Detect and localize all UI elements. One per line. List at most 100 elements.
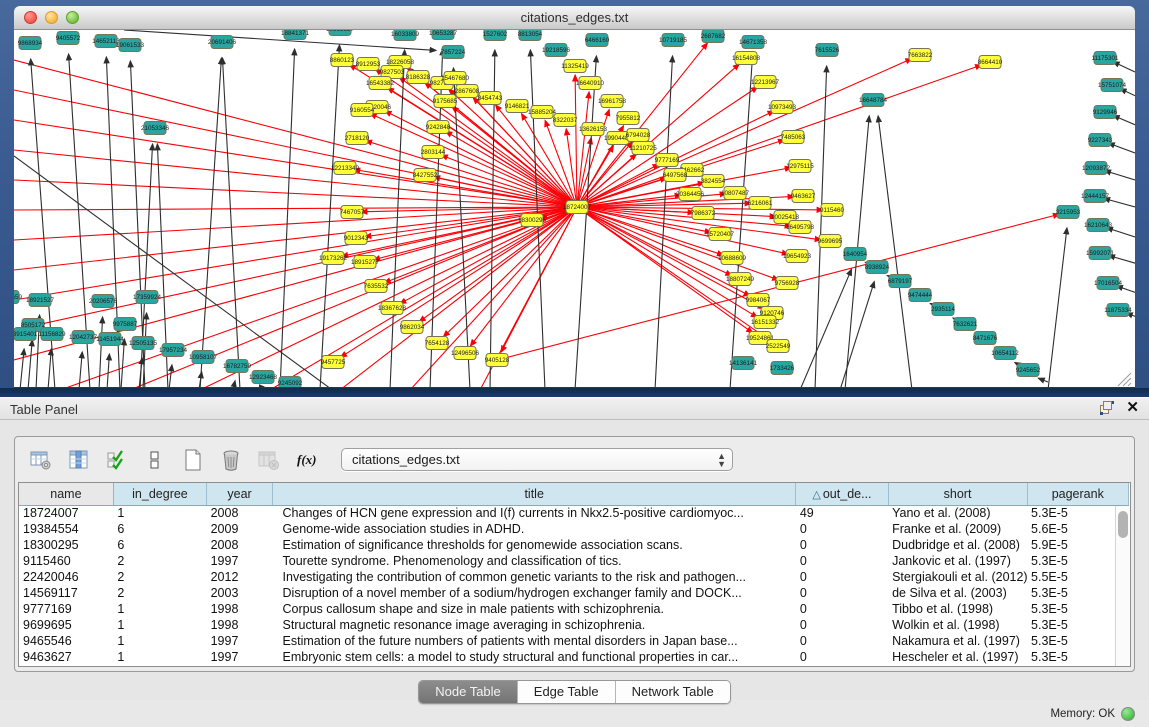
table-cell[interactable]: 18300295 <box>19 537 113 553</box>
table-row[interactable]: 911546021997Tourette syndrome. Phenomeno… <box>19 553 1129 569</box>
network-node[interactable]: 9756928 <box>775 277 800 290</box>
table-cell[interactable]: de Silva et al. (2003) <box>888 585 1027 601</box>
table-row[interactable]: 946554611997Estimation of the future num… <box>19 633 1129 649</box>
table-cell[interactable]: 1 <box>113 617 206 633</box>
table-select-dropdown[interactable]: citations_edges.txt▲▼ <box>341 448 733 471</box>
table-cell[interactable]: 2012 <box>207 569 273 585</box>
table-cell[interactable]: 5.3E-5 <box>1027 553 1128 569</box>
table-cell[interactable]: 5.3E-5 <box>1027 649 1128 665</box>
network-node[interactable]: 17016504 <box>1094 277 1123 290</box>
table-cell[interactable]: Structural magnetic resonance image aver… <box>273 617 796 633</box>
table-cell[interactable]: 9777169 <box>19 601 113 617</box>
network-edge[interactable] <box>48 349 51 387</box>
table-cell[interactable]: 2009 <box>207 521 273 537</box>
network-node[interactable]: 8471676 <box>973 332 998 345</box>
table-cell[interactable]: 5.3E-5 <box>1027 505 1128 521</box>
table-cell[interactable]: Yano et al. (2008) <box>888 505 1027 521</box>
network-node[interactable]: 18300295 <box>518 214 547 227</box>
table-settings-icon[interactable] <box>29 448 53 472</box>
table-cell[interactable]: 1 <box>113 649 206 665</box>
network-node[interactable]: 7485063 <box>781 131 806 144</box>
network-node[interactable]: 8427552 <box>413 169 438 182</box>
network-node[interactable]: 17359924 <box>133 291 162 304</box>
table-cell[interactable]: 0 <box>796 601 888 617</box>
resize-grip-icon[interactable] <box>1118 373 1131 386</box>
network-node[interactable]: 1527602 <box>483 30 508 41</box>
table-cell[interactable]: 0 <box>796 569 888 585</box>
network-edge[interactable] <box>878 116 912 387</box>
tab-network-table[interactable]: Network Table <box>616 681 730 703</box>
table-cell[interactable]: Stergiakouli et al. (2012) <box>888 569 1027 585</box>
show-columns-icon[interactable] <box>67 448 91 472</box>
network-node[interactable]: 2687682 <box>701 30 726 43</box>
close-window-button[interactable] <box>24 11 37 24</box>
network-node[interactable]: 2522549 <box>766 340 791 353</box>
network-node[interactable]: 3824554 <box>701 175 726 188</box>
table-scrollbar[interactable] <box>1115 506 1130 666</box>
network-node[interactable]: 7663822 <box>908 49 933 62</box>
network-edge[interactable] <box>1038 378 1048 382</box>
network-edge[interactable] <box>1048 228 1067 387</box>
network-edge[interactable] <box>840 282 874 387</box>
table-row[interactable]: 1456911722003Disruption of a novel membe… <box>19 585 1129 601</box>
network-node[interactable]: 19654923 <box>783 250 812 263</box>
network-canvas[interactable]: 9868934940557214652113190615332069140618… <box>14 30 1135 387</box>
network-node[interactable]: 21053346 <box>141 122 170 135</box>
network-node[interactable]: 11156829 <box>38 328 66 341</box>
network-node[interactable]: 20206576 <box>89 295 118 308</box>
table-cell[interactable]: 1997 <box>207 553 273 569</box>
table-cell[interactable]: Nakamura et al. (1997) <box>888 633 1027 649</box>
network-node[interactable]: 8454743 <box>478 92 503 105</box>
network-node[interactable]: 15720407 <box>706 228 735 241</box>
table-cell[interactable]: Changes of HCN gene expression and I(f) … <box>273 505 796 521</box>
network-edge[interactable] <box>390 50 405 387</box>
table-cell[interactable]: Hescheler et al. (1997) <box>888 649 1027 665</box>
network-node[interactable]: 10973493 <box>768 101 797 114</box>
table-cell[interactable]: Jankovic et al. (1997) <box>888 553 1027 569</box>
network-edge[interactable] <box>501 207 577 352</box>
network-edge[interactable] <box>270 207 577 387</box>
network-node[interactable]: 12923468 <box>249 371 278 384</box>
network-node[interactable]: 9862034 <box>400 321 425 334</box>
network-edge[interactable] <box>121 339 124 387</box>
table-cell[interactable]: 9463627 <box>19 649 113 665</box>
table-row[interactable]: 977716911998Corpus callosum shape and si… <box>19 601 1129 617</box>
delete-trash-icon[interactable] <box>219 448 243 472</box>
network-node[interactable]: 16033809 <box>391 30 420 41</box>
network-node[interactable]: 9115460 <box>820 204 845 217</box>
network-node[interactable]: 8186328 <box>406 71 431 84</box>
table-cell[interactable]: 6 <box>113 537 206 553</box>
network-node[interactable]: 12975115 <box>786 160 814 173</box>
network-node[interactable]: 7857224 <box>441 46 466 59</box>
network-edge[interactable] <box>577 207 788 254</box>
table-cell[interactable]: 6 <box>113 521 206 537</box>
table-cell[interactable]: Tourette syndrome. Phenomenology and cla… <box>273 553 796 569</box>
network-node[interactable]: 7632621 <box>953 318 978 331</box>
network-node[interactable]: 16151332 <box>751 316 780 329</box>
network-edge[interactable] <box>815 66 827 387</box>
network-node[interactable]: 6466160 <box>585 34 610 47</box>
network-node[interactable]: 18921527 <box>26 294 55 307</box>
network-node[interactable]: 9474444 <box>908 289 933 302</box>
network-node[interactable]: 15751074 <box>1098 79 1127 92</box>
network-node[interactable]: 9146821 <box>505 100 530 113</box>
table-cell[interactable]: 9465546 <box>19 633 113 649</box>
network-node[interactable]: 16154808 <box>732 52 761 65</box>
network-node[interactable]: 8813054 <box>518 30 543 41</box>
network-node[interactable]: 7955812 <box>616 112 641 125</box>
network-node[interactable]: 10688609 <box>718 252 747 265</box>
table-cell[interactable]: 0 <box>796 521 888 537</box>
network-node[interactable]: 19173262 <box>319 252 348 265</box>
network-edge[interactable] <box>222 58 240 387</box>
table-cell[interactable]: 1 <box>113 505 206 521</box>
network-node[interactable]: 9699695 <box>818 235 843 248</box>
table-cell[interactable]: 2 <box>113 585 206 601</box>
network-node[interactable]: 9975887 <box>113 318 138 331</box>
network-node[interactable]: 12213967 <box>751 76 780 89</box>
panel-divider[interactable] <box>0 388 1149 397</box>
table-cell[interactable]: 5.9E-5 <box>1027 537 1128 553</box>
network-edge[interactable] <box>800 269 851 387</box>
network-edge[interactable] <box>233 381 235 387</box>
table-cell[interactable]: 0 <box>796 553 888 569</box>
column-header-title[interactable]: title <box>273 483 796 505</box>
